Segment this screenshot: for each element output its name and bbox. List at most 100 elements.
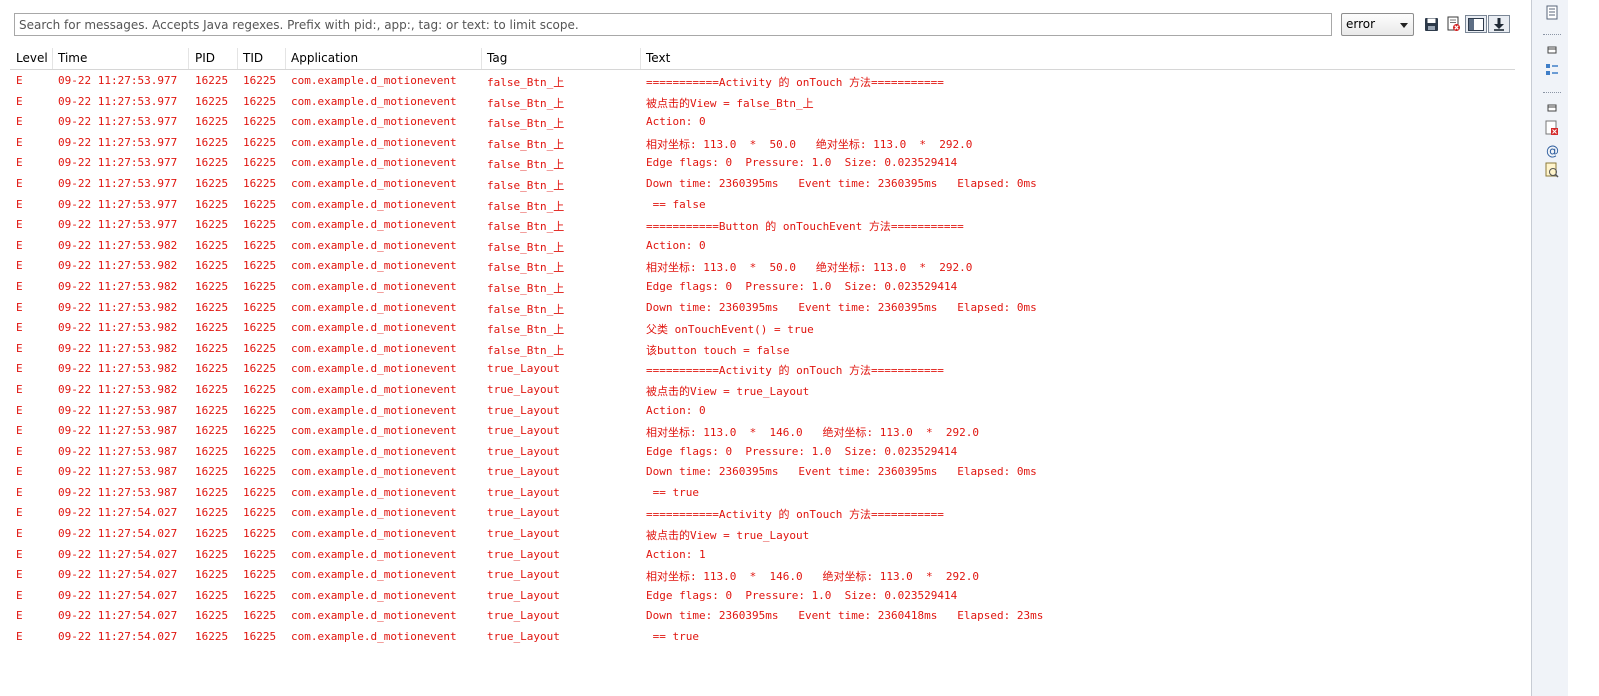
log-row[interactable]: E 09-22 11:27:53.977 16225 16225 com.example… [10,153,1515,174]
log-row[interactable]: E 09-22 11:27:53.987 16225 16225 com.example… [10,462,1515,483]
column-separator[interactable] [640,48,641,69]
log-row[interactable]: E 09-22 11:27:53.977 16225 16225 com.example… [10,174,1515,195]
cell-tag: false_Btn_上 [487,199,565,213]
log-row[interactable]: E 09-22 11:27:53.982 16225 16225 com.example… [10,359,1515,380]
log-level-select[interactable]: error [1341,13,1414,36]
cell-tid: 16225 [243,238,277,252]
cell-text: == true [646,630,699,644]
cell-level: E [16,135,23,149]
cell-tid: 16225 [243,156,277,170]
cell-level: E [16,424,23,438]
cell-time: 09-22 11:27:53.982 [58,259,178,273]
cell-tag: true_Layout [487,424,560,438]
log-row[interactable]: E 09-22 11:27:53.977 16225 16225 com.example… [10,112,1515,133]
cell-level: E [16,259,23,273]
log-row[interactable]: E 09-22 11:27:53.987 16225 16225 com.example… [10,421,1515,442]
cell-tid: 16225 [243,485,277,499]
column-header-time[interactable]: Time [58,51,87,65]
cell-text: == true [646,485,699,499]
log-row[interactable]: E 09-22 11:27:54.027 16225 16225 com.example… [10,503,1515,524]
log-row[interactable]: E 09-22 11:27:54.027 16225 16225 com.example… [10,565,1515,586]
cell-application: com.example.d_motionevent [291,568,457,582]
cell-text: ===========Activity 的 onTouch 方法========… [646,508,944,522]
log-row[interactable]: E 09-22 11:27:53.977 16225 16225 com.example… [10,92,1515,113]
cell-tid: 16225 [243,115,277,129]
log-row[interactable]: E 09-22 11:27:53.982 16225 16225 com.example… [10,277,1515,298]
log-row[interactable]: E 09-22 11:27:54.027 16225 16225 com.example… [10,586,1515,607]
log-row[interactable]: E 09-22 11:27:53.982 16225 16225 com.example… [10,339,1515,360]
cell-level: E [16,176,23,190]
cell-time: 09-22 11:27:53.982 [58,279,178,293]
scroll-lock-button[interactable] [1488,15,1510,33]
column-header-pid[interactable]: PID [195,51,215,65]
cell-time: 09-22 11:27:53.982 [58,300,178,314]
cell-tag: false_Btn_上 [487,76,565,89]
log-row[interactable]: E 09-22 11:27:54.027 16225 16225 com.example… [10,627,1515,648]
cell-time: 09-22 11:27:53.977 [58,115,178,129]
column-separator[interactable] [188,48,189,69]
log-row[interactable]: E 09-22 11:27:54.027 16225 16225 com.example… [10,545,1515,566]
log-row[interactable]: E 09-22 11:27:54.027 16225 16225 com.example… [10,524,1515,545]
column-header-tag[interactable]: Tag [487,51,507,65]
cell-text: Action: 0 [646,238,706,252]
cell-tag: true_Layout [487,527,560,541]
cell-pid: 16225 [195,341,229,355]
log-row[interactable]: E 09-22 11:27:54.027 16225 16225 com.example… [10,606,1515,627]
cell-time: 09-22 11:27:53.977 [58,218,178,232]
log-table-body: E 09-22 11:27:53.977 16225 16225 com.example… [10,71,1515,648]
cell-application: com.example.d_motionevent [291,465,457,479]
cell-text: 该button touch = false [646,343,790,357]
log-row[interactable]: E 09-22 11:27:53.977 16225 16225 com.example… [10,195,1515,216]
cell-text: 相对坐标: 113.0 * 146.0 绝对坐标: 113.0 * 292.0 [646,570,980,584]
column-header-tid[interactable]: TID [243,51,263,65]
cell-application: com.example.d_motionevent [291,156,457,170]
cell-text: 相对坐标: 113.0 * 146.0 绝对坐标: 113.0 * 292.0 [646,426,980,440]
column-separator[interactable] [237,48,238,69]
column-separator[interactable] [285,48,286,69]
cell-time: 09-22 11:27:54.027 [58,609,178,623]
outline-view-button[interactable] [1544,5,1560,21]
column-separator[interactable] [52,48,53,69]
cell-time: 09-22 11:27:54.027 [58,547,178,561]
declaration-view-button[interactable] [1544,162,1560,178]
search-input[interactable] [14,13,1332,36]
column-separator[interactable] [481,48,482,69]
log-row[interactable]: E 09-22 11:27:53.987 16225 16225 com.example… [10,483,1515,504]
cell-tag: false_Btn_上 [487,178,565,192]
cell-level: E [16,115,23,129]
column-header-level[interactable]: Level [16,51,48,65]
clear-log-button[interactable] [1444,15,1462,33]
cell-text: Edge flags: 0 Pressure: 1.0 Size: 0.0235… [646,156,958,170]
log-row[interactable]: E 09-22 11:27:53.982 16225 16225 com.example… [10,318,1515,339]
cell-time: 09-22 11:27:54.027 [58,588,178,602]
cell-tid: 16225 [243,630,277,644]
minimize-button[interactable] [1544,42,1560,58]
save-log-button[interactable] [1422,15,1440,33]
cell-pid: 16225 [195,382,229,396]
log-row[interactable]: E 09-22 11:27:53.977 16225 16225 com.example… [10,133,1515,154]
toggle-filters-button[interactable] [1465,15,1487,33]
cell-pid: 16225 [195,403,229,417]
log-row[interactable]: E 09-22 11:27:53.982 16225 16225 com.example… [10,236,1515,257]
log-row[interactable]: E 09-22 11:27:53.982 16225 16225 com.example… [10,256,1515,277]
problems-view-button[interactable] [1544,120,1560,136]
minimize-button[interactable] [1544,100,1560,116]
cell-level: E [16,527,23,541]
cell-tag: false_Btn_上 [487,343,565,357]
task-list-button[interactable] [1544,62,1560,78]
column-header-application[interactable]: Application [291,51,358,65]
log-row[interactable]: E 09-22 11:27:53.977 16225 16225 com.example… [10,71,1515,92]
cell-time: 09-22 11:27:53.982 [58,238,178,252]
log-row[interactable]: E 09-22 11:27:53.987 16225 16225 com.example… [10,442,1515,463]
cell-text: Action: 1 [646,547,706,561]
cell-pid: 16225 [195,568,229,582]
column-header-text[interactable]: Text [646,51,670,65]
cell-time: 09-22 11:27:53.977 [58,135,178,149]
log-row[interactable]: E 09-22 11:27:53.982 16225 16225 com.example… [10,298,1515,319]
log-row[interactable]: E 09-22 11:27:53.982 16225 16225 com.example… [10,380,1515,401]
log-row[interactable]: E 09-22 11:27:53.977 16225 16225 com.example… [10,215,1515,236]
javadoc-view-button[interactable]: @ [1544,142,1560,159]
cell-tid: 16225 [243,362,277,376]
log-row[interactable]: E 09-22 11:27:53.987 16225 16225 com.example… [10,401,1515,422]
cell-text: 相对坐标: 113.0 * 50.0 绝对坐标: 113.0 * 292.0 [646,261,973,275]
